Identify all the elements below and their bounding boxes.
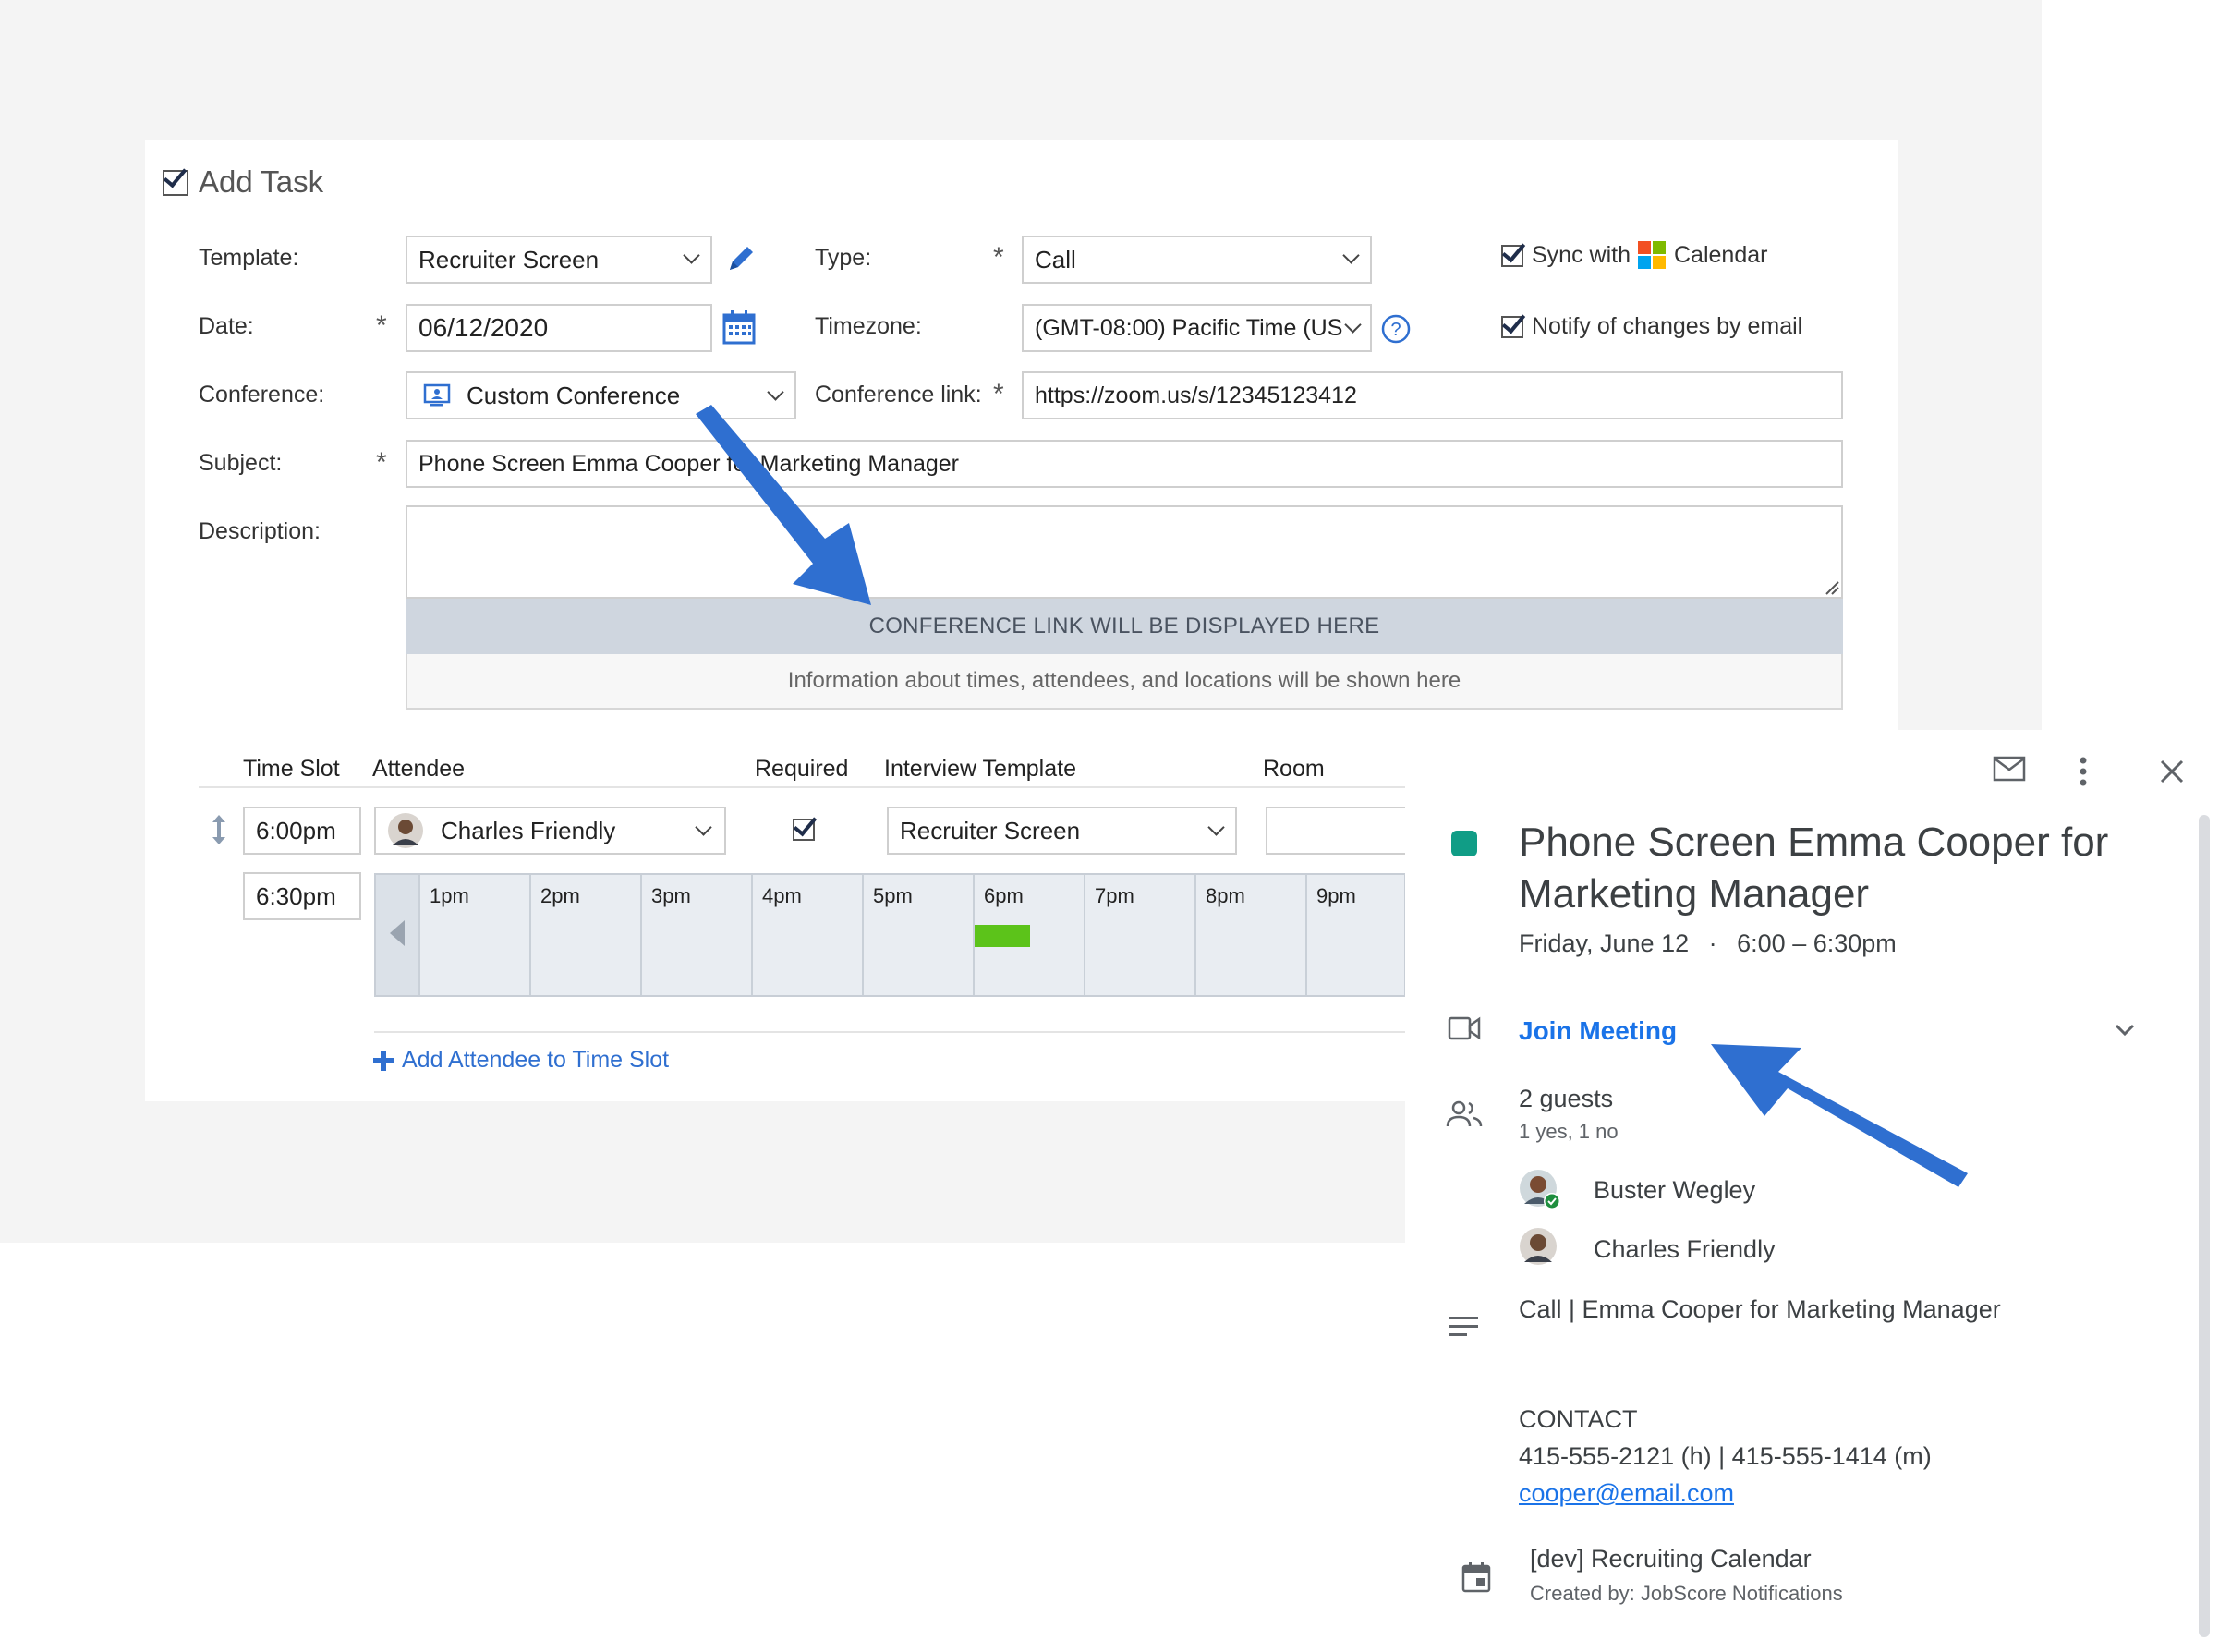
annotation-arrows bbox=[696, 405, 1968, 1187]
arrow-to-banner bbox=[696, 405, 871, 605]
arrow-to-join-meeting bbox=[1711, 1044, 1968, 1187]
